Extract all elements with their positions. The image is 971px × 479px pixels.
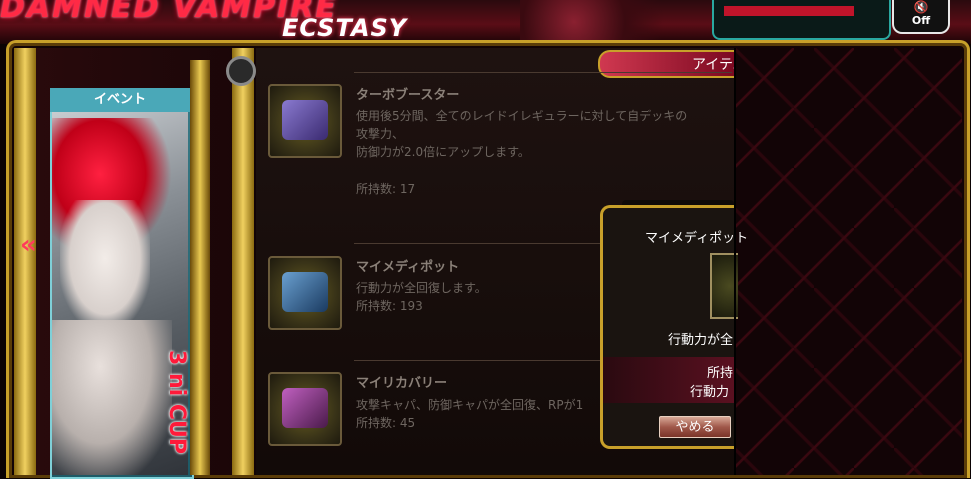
list-item-icon[interactable] bbox=[268, 84, 342, 158]
item-name[interactable]: マイリカバリー bbox=[356, 372, 447, 391]
medipot-icon bbox=[282, 272, 328, 312]
dialog-title: マイメディポット bbox=[645, 231, 749, 246]
list-item-icon[interactable] bbox=[268, 256, 342, 330]
item-name[interactable]: マイメディポット bbox=[356, 256, 459, 275]
cancel-button[interactable]: やめる bbox=[659, 416, 731, 438]
turbo-booster-icon bbox=[282, 100, 328, 140]
item-count: 所持数: 193 bbox=[356, 299, 423, 313]
event-tab-label: イベント bbox=[50, 88, 190, 112]
speaker-mute-icon: 🔇 bbox=[913, 0, 929, 14]
prev-arrow-button[interactable]: « bbox=[20, 230, 37, 260]
item-description: 使用後5分間、全てのレイドイレギュラーに対して自デッキの 攻撃力、 防御力が2.… bbox=[356, 107, 716, 161]
item-separator bbox=[354, 72, 732, 73]
dialog-count-label: 所持 bbox=[707, 366, 734, 381]
item-name[interactable]: ターボブースター bbox=[356, 84, 459, 103]
item-description-line: 防御力が2.0倍にアップします。 bbox=[356, 145, 530, 159]
dialog-description: 行動力が全 bbox=[668, 333, 734, 348]
recovery-icon bbox=[282, 388, 328, 428]
top-banner: DAMNED VAMPIRE ECSTASY 🔇 Off bbox=[0, 0, 971, 44]
circuit-background bbox=[734, 48, 962, 475]
gear-decoration bbox=[520, 0, 700, 44]
character-face bbox=[60, 200, 150, 330]
panel-divider bbox=[734, 48, 736, 475]
event-banner-text: 3 ni CUP bbox=[164, 350, 189, 454]
gear-icon bbox=[226, 56, 256, 86]
sound-toggle-label: Off bbox=[911, 14, 931, 27]
item-count: 所持数: 17 bbox=[356, 182, 416, 196]
section-header-tab: アイテム bbox=[598, 50, 747, 78]
right-gold-rail bbox=[232, 48, 254, 475]
dialog-after-label: 行動力 bbox=[690, 385, 730, 400]
item-description-line: 攻撃力、 bbox=[356, 127, 405, 141]
sound-toggle-button[interactable]: 🔇 Off bbox=[892, 0, 950, 34]
item-description-line: 使用後5分間、全てのレイドイレギュラーに対して自デッキの bbox=[356, 109, 688, 123]
game-logo-subtitle: ECSTASY bbox=[282, 14, 408, 42]
hud-status-bar bbox=[724, 6, 854, 16]
left-gold-rail bbox=[14, 48, 36, 475]
item-description: 攻撃キャパ、防御キャパが全回復、RPが1 bbox=[356, 398, 584, 412]
middle-gold-rail bbox=[190, 60, 210, 475]
item-count: 所持数: 45 bbox=[356, 416, 416, 430]
list-item-icon[interactable] bbox=[268, 372, 342, 446]
